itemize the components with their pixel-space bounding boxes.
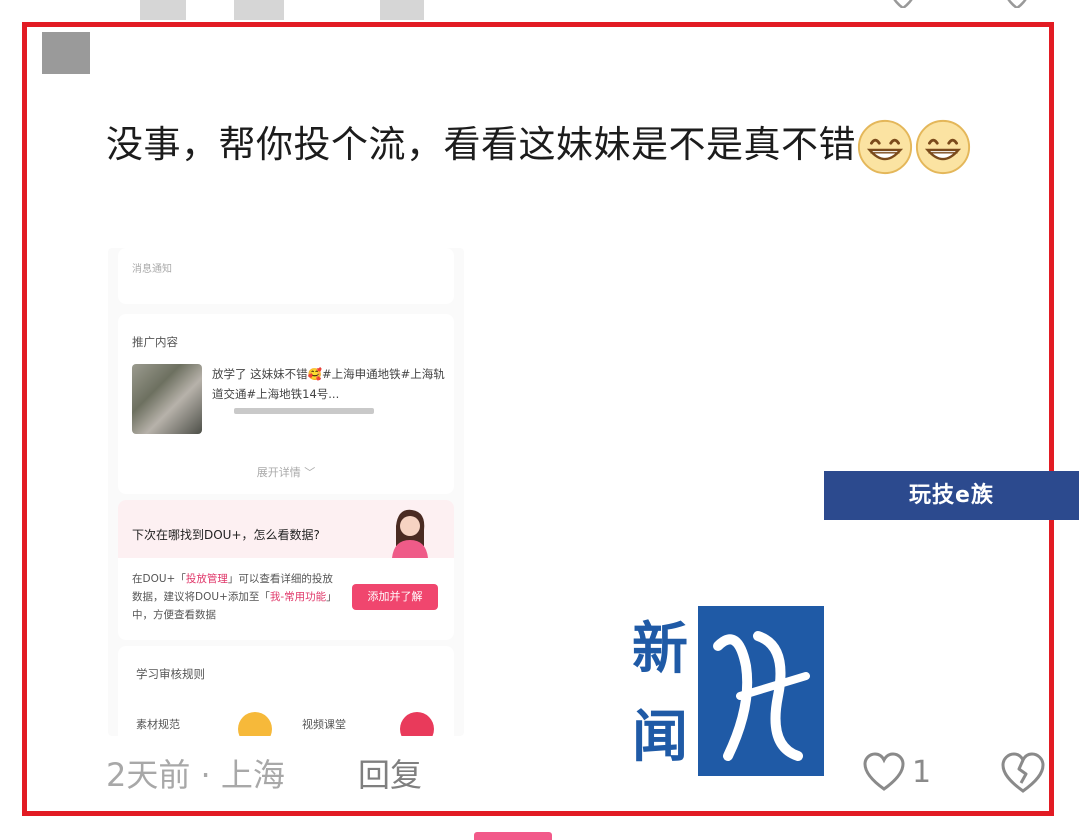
comment-body: 没事，帮你投个流，看看这妹妹是不是真不错 <box>106 123 856 166</box>
notice-card: 消息通知 <box>118 248 454 304</box>
meta-separator: · <box>200 756 211 794</box>
notice-label: 消息通知 <box>132 264 172 275</box>
dou-text-1: 在DOU+「 <box>132 573 186 585</box>
dou-description: 在DOU+「投放管理」可以查看详细的投放数据，建议将DOU+添加至「我-常用功能… <box>132 570 342 624</box>
dou-link-manage: 投放管理 <box>185 573 228 585</box>
previous-comment-actions <box>888 0 1032 8</box>
material-rules-label: 素材规范 <box>136 718 180 731</box>
like-button[interactable]: 1 <box>862 752 931 792</box>
learn-header: 学习审核规则 <box>136 667 205 681</box>
promo-text: 放学了 这妹妹不错🥰#上海申通地铁#上海轨道交通#上海地铁14号... <box>212 367 445 401</box>
learn-rules-card: 学习审核规则 素材规范 视频课堂 <box>118 646 454 736</box>
heart-icon <box>863 752 905 791</box>
video-play-icon <box>400 712 434 736</box>
add-and-learn-button: 添加并了解 <box>352 584 438 610</box>
broken-heart-icon[interactable] <box>1002 0 1032 8</box>
dou-tip-card: 下次在哪找到DOU+，怎么看数据? 在DOU+「投放管理」可以查看详细的投放数据… <box>118 500 454 640</box>
comment-meta: 2天前 · 上海 <box>106 750 285 796</box>
comment-text: 没事，帮你投个流，看看这妹妹是不是真不错 <box>106 112 1026 178</box>
reply-button[interactable]: 回复 <box>358 750 422 796</box>
avatar[interactable] <box>42 32 90 74</box>
heart-icon[interactable] <box>888 0 918 8</box>
promo-thumbnail <box>132 364 202 434</box>
svg-text:新: 新 <box>632 616 688 682</box>
like-count: 1 <box>912 754 932 790</box>
grinning-face-icon <box>915 119 971 174</box>
video-class-label: 视频课堂 <box>302 718 346 731</box>
dou-link-common: 我-常用功能 <box>269 591 327 603</box>
promo-header: 推广内容 <box>132 335 178 349</box>
comment-location: 上海 <box>220 756 285 794</box>
next-comment-fragment <box>474 832 552 840</box>
assistant-avatar-icon <box>392 509 428 558</box>
broken-heart-icon[interactable] <box>1000 752 1046 794</box>
grinning-face-icon <box>857 119 913 174</box>
material-rules-icon <box>238 712 272 736</box>
attached-screenshot[interactable]: 消息通知 推广内容 放学了 这妹妹不错🥰#上海申通地铁#上海轨道交通#上海地铁1… <box>108 248 464 736</box>
expand-link: 展开详情 ﹀ <box>256 466 316 479</box>
dou-question: 下次在哪找到DOU+，怎么看数据? <box>132 528 320 542</box>
svg-text:闻: 闻 <box>632 704 688 770</box>
redaction-bar <box>234 408 374 414</box>
promo-card: 推广内容 放学了 这妹妹不错🥰#上海申通地铁#上海轨道交通#上海地铁14号...… <box>118 314 454 494</box>
watermark-banner: 玩技e族 <box>824 471 1079 520</box>
news-logo-watermark: 新 闻 <box>632 606 824 776</box>
comment-time: 2天前 <box>106 756 191 794</box>
